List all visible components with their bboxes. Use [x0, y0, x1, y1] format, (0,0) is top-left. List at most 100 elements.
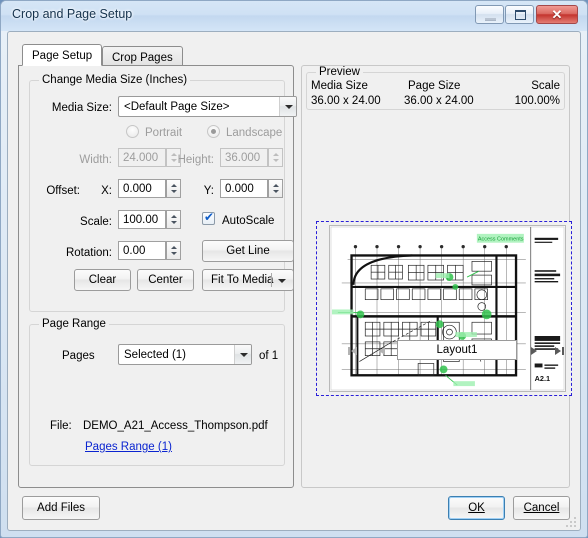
page-count-label: of 1	[259, 350, 279, 362]
preview-page-size-header: Page Size	[408, 80, 461, 92]
media-size-value: <Default Page Size>	[124, 101, 230, 113]
chevron-down-icon[interactable]	[234, 345, 251, 364]
spinner-down-icon[interactable]	[171, 221, 177, 224]
change-media-size-title: Change Media Size (Inches)	[39, 74, 191, 86]
spinner-up-icon[interactable]	[171, 184, 177, 187]
portrait-radio[interactable]	[126, 125, 139, 138]
rotation-input[interactable]: 0.00	[118, 241, 166, 260]
width-label: Width:	[79, 154, 112, 166]
resize-grip[interactable]	[565, 516, 577, 528]
preview-media-size-header: Media Size	[311, 80, 368, 92]
landscape-label: Landscape	[226, 127, 283, 139]
close-icon: ✕	[551, 7, 563, 22]
pages-range-link[interactable]: Pages Range (1)	[85, 441, 172, 453]
spinner-up-icon[interactable]	[273, 184, 279, 187]
media-size-combo[interactable]: <Default Page Size>	[118, 96, 297, 117]
preview-info-group: Preview Media Size 36.00 x 24.00 Page Si…	[306, 66, 565, 110]
scale-input[interactable]: 100.00	[118, 210, 166, 229]
preview-title: Preview	[316, 66, 363, 78]
tab-page-setup[interactable]: Page Setup	[22, 44, 103, 66]
restore-icon	[515, 10, 526, 20]
preview-scale-header: Scale	[531, 80, 560, 92]
get-line-button[interactable]: Get Line	[202, 240, 294, 262]
preview-pane: Preview Media Size 36.00 x 24.00 Page Si…	[301, 65, 572, 488]
minimize-icon	[485, 18, 496, 21]
maximize-restore-button[interactable]	[505, 5, 534, 24]
minimize-button[interactable]	[475, 5, 504, 24]
portrait-label: Portrait	[145, 127, 183, 139]
ok-button[interactable]: OK	[448, 496, 505, 520]
file-name: DEMO_A21_Access_Thompson.pdf	[83, 420, 268, 432]
height-spinner[interactable]	[268, 148, 283, 167]
spinner-down-icon[interactable]	[273, 190, 279, 193]
autoscale-label: AutoScale	[222, 215, 275, 227]
cancel-button[interactable]: Cancel	[513, 496, 570, 520]
offset-y-label: Y:	[203, 185, 214, 197]
pages-value: Selected (1)	[124, 349, 187, 361]
preview-scale-value: 100.00%	[514, 95, 560, 107]
cancel-button-label: Cancel	[523, 502, 560, 514]
preview-media-boundary: A2.1 Access Comments	[316, 221, 572, 396]
last-page-button[interactable]	[553, 342, 569, 360]
offset-x-label: X:	[101, 185, 112, 197]
offset-label: Offset:	[46, 185, 80, 197]
chevron-down-icon[interactable]	[278, 279, 286, 283]
file-label: File:	[50, 420, 72, 432]
add-files-button[interactable]: Add Files	[22, 496, 100, 520]
fit-to-media-label: Fit To Media	[211, 274, 274, 286]
pages-label: Pages	[62, 350, 95, 362]
tab-crop-pages-label: Crop Pages	[112, 52, 173, 64]
layout-name-field[interactable]: Layout1	[397, 340, 517, 360]
title-bar: Crop and Page Setup ✕	[1, 1, 587, 31]
spinner-up-icon[interactable]	[273, 153, 279, 156]
center-button[interactable]: Center	[137, 269, 194, 291]
autoscale-checkbox[interactable]	[202, 210, 215, 225]
preview-media-size-value: 36.00 x 24.00	[311, 95, 381, 107]
page-setup-panel: Change Media Size (Inches) Media Size: <…	[18, 65, 297, 488]
preview-page-size-value: 36.00 x 24.00	[404, 95, 474, 107]
spinner-up-icon[interactable]	[171, 246, 177, 249]
first-page-button[interactable]	[345, 342, 361, 360]
spinner-down-icon[interactable]	[171, 190, 177, 193]
offset-x-spinner[interactable]	[166, 179, 181, 198]
floor-plan-drawing: A2.1 Access Comments	[330, 226, 565, 391]
page-range-title: Page Range	[39, 318, 109, 330]
sheet-number-text: A2.1	[535, 374, 550, 383]
spinner-down-icon[interactable]	[273, 159, 279, 162]
previous-page-icon	[379, 347, 385, 355]
clear-button[interactable]: Clear	[74, 269, 131, 291]
scale-label: Scale:	[80, 216, 112, 228]
preview-sheet[interactable]: A2.1 Access Comments	[329, 225, 566, 392]
change-media-size-group: Change Media Size (Inches) Media Size: <…	[29, 74, 297, 312]
window-title: Crop and Page Setup	[12, 7, 133, 21]
spinner-up-icon[interactable]	[171, 215, 177, 218]
offset-y-spinner[interactable]	[268, 179, 283, 198]
scale-spinner[interactable]	[166, 210, 181, 229]
rotation-spinner[interactable]	[166, 241, 181, 260]
dialog-client-area: Page Setup Crop Pages Change Media Size …	[7, 31, 581, 531]
page-range-group: Page Range Pages Selected (1) of 1 File:…	[29, 318, 285, 466]
next-page-icon	[531, 347, 537, 355]
media-size-label: Media Size:	[51, 102, 112, 114]
height-input[interactable]: 36.000	[220, 148, 268, 167]
offset-x-input[interactable]: 0.000	[118, 179, 166, 198]
previous-page-button[interactable]	[374, 342, 390, 360]
rotation-label: Rotation:	[65, 247, 112, 259]
tab-page-setup-label: Page Setup	[32, 50, 93, 62]
dialog-window: Crop and Page Setup ✕ Page Setup Crop Pa…	[0, 0, 588, 538]
last-page-icon	[555, 347, 561, 355]
close-button[interactable]: ✕	[536, 5, 578, 24]
chevron-down-icon[interactable]	[279, 97, 296, 116]
markup-comment-text: Access Comments	[478, 237, 524, 243]
spinner-down-icon[interactable]	[171, 252, 177, 255]
height-label: Height:	[177, 154, 214, 166]
fit-to-media-button[interactable]: Fit To Media	[202, 269, 294, 291]
landscape-radio[interactable]	[207, 125, 220, 138]
first-page-icon	[351, 347, 357, 355]
tab-crop-pages[interactable]: Crop Pages	[102, 46, 183, 66]
ok-button-label: OK	[468, 502, 485, 514]
next-page-button[interactable]	[526, 342, 542, 360]
offset-y-input[interactable]: 0.000	[220, 179, 268, 198]
split-divider	[271, 273, 272, 287]
pages-combo[interactable]: Selected (1)	[118, 344, 252, 365]
